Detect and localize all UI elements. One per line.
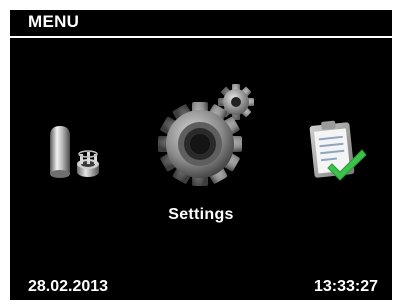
- status-time: 13:33:27: [313, 278, 378, 295]
- status-date: 28.02.2013: [28, 278, 109, 295]
- checklist-icon: [309, 120, 367, 181]
- menu-item-connector[interactable]: [44, 122, 104, 184]
- selected-item-label: Settings: [168, 206, 234, 223]
- page-title: MENU: [28, 12, 80, 31]
- settings-gears-icon: [158, 84, 254, 186]
- title-bar: MENU: [10, 10, 392, 38]
- device-screen: MENU Settings 28.02.2013 13:33:27: [10, 10, 392, 300]
- menu-item-checklist[interactable]: [306, 118, 368, 184]
- connector-parts-icon: [50, 126, 99, 178]
- menu-item-settings[interactable]: [152, 84, 262, 190]
